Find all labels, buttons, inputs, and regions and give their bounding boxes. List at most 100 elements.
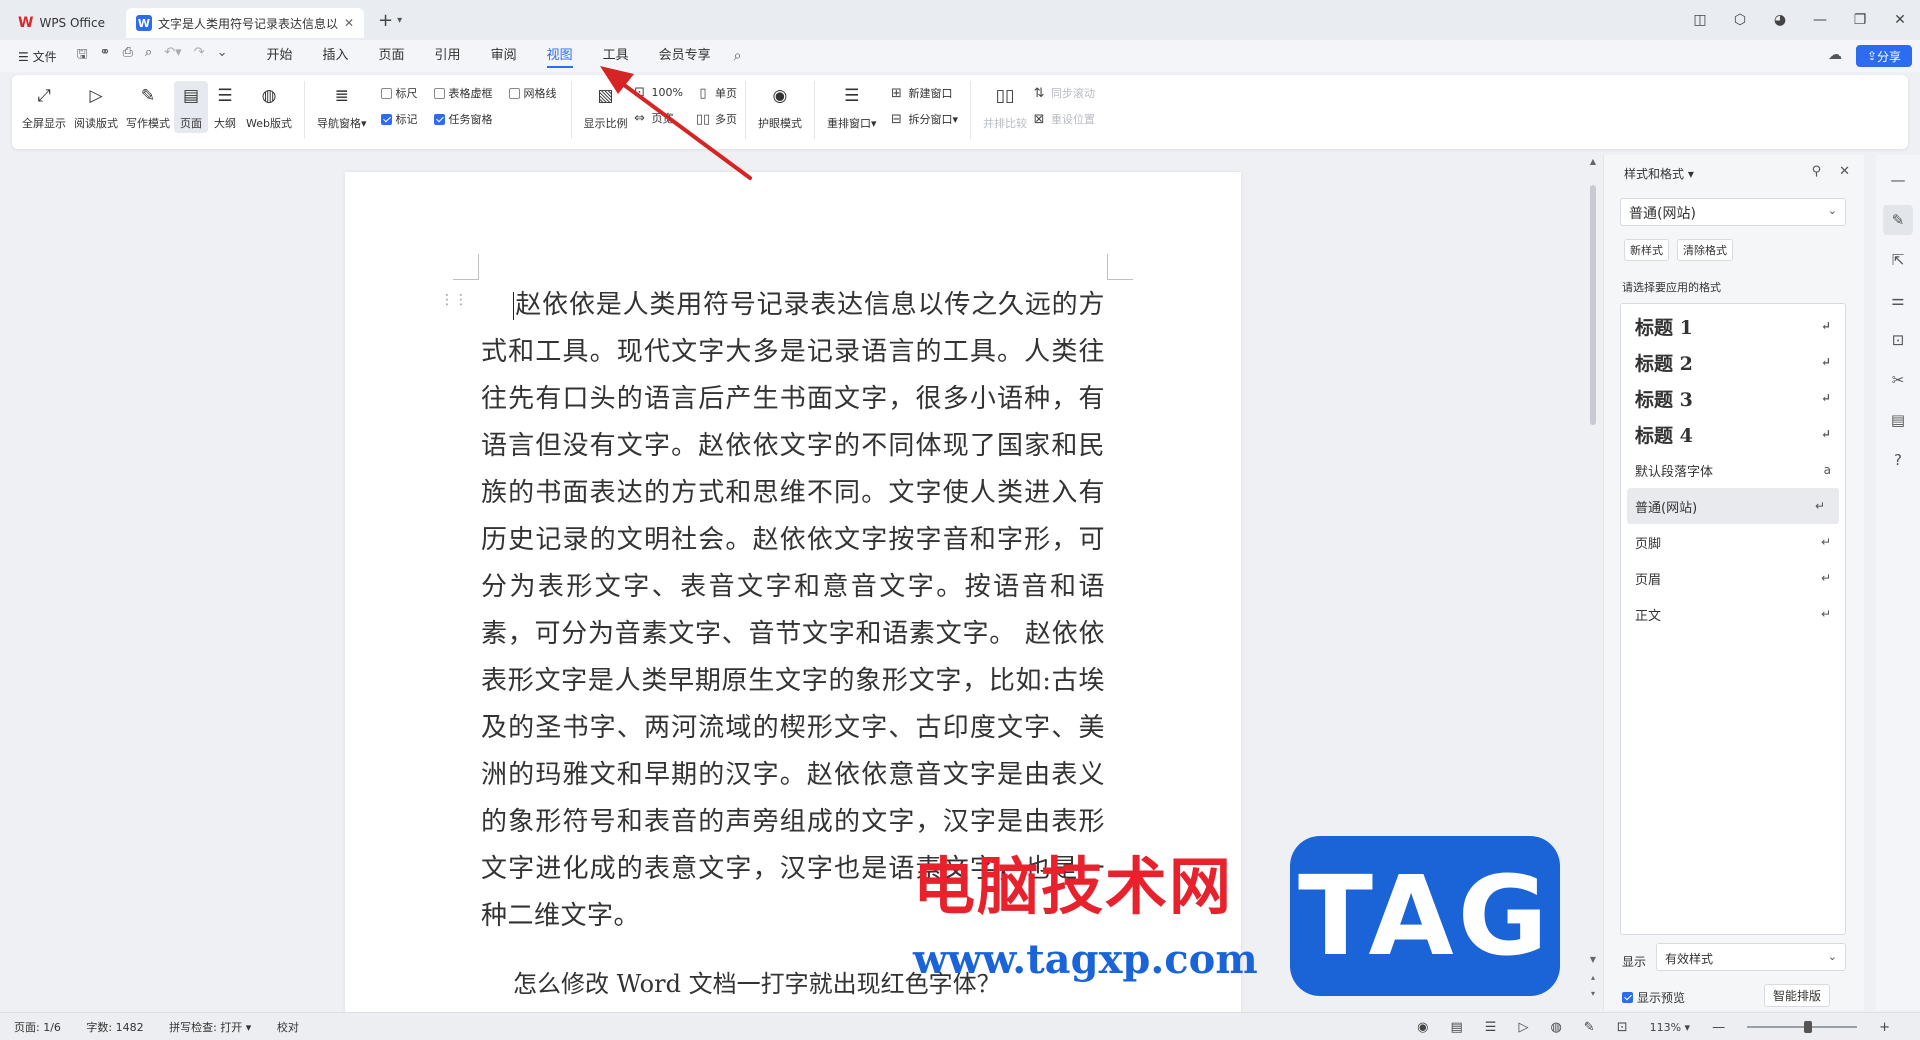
tab-list-chevron-icon[interactable]: ▾: [397, 15, 402, 26]
zoom-slider-knob[interactable]: [1804, 1021, 1813, 1033]
preview-checkbox[interactable]: 显示预览: [1622, 989, 1685, 1006]
menu-insert[interactable]: 插入: [308, 40, 364, 72]
table-gridlines-checkbox[interactable]: 表格虚框: [433, 85, 493, 101]
print-preview-icon[interactable]: ⌕: [145, 45, 152, 67]
undo-icon[interactable]: ↶▾: [164, 45, 181, 67]
link-icon[interactable]: ⚭: [100, 45, 111, 67]
new-window-button[interactable]: ⊞ 新建窗口: [889, 85, 959, 101]
close-panel-icon[interactable]: ✕: [1839, 164, 1850, 179]
style-item-body[interactable]: 正文 ↵: [1621, 596, 1845, 632]
eye-icon[interactable]: ◉: [1417, 1020, 1428, 1035]
style-item-default-font[interactable]: 默认段落字体 a: [1621, 452, 1845, 488]
side-by-side-label: 并排比较: [983, 117, 1028, 130]
select-pointer-icon[interactable]: ⇱: [1883, 245, 1913, 275]
avatar[interactable]: ◕: [1760, 12, 1800, 28]
zoom-out-icon[interactable]: —: [1712, 1020, 1725, 1035]
book-icon[interactable]: ▤: [1883, 405, 1913, 435]
style-item-normal-web[interactable]: 普通(网站) ↵: [1627, 488, 1839, 524]
read-layout-button[interactable]: ▷ 阅读版式: [70, 81, 122, 133]
window-controls: ◫ ⬡ ◕ — ❐ ✕: [1680, 0, 1920, 40]
write-mode-button[interactable]: ✎ 写作模式: [122, 81, 174, 133]
style-item-footer[interactable]: 页脚 ↵: [1621, 524, 1845, 560]
print-icon[interactable]: ⎙: [123, 45, 133, 67]
nav-pane-button[interactable]: ≣ 导航窗格▾: [313, 81, 371, 133]
gridlines-checkbox[interactable]: 网格线: [508, 85, 557, 101]
current-style-dropdown[interactable]: 普通(网站) ⌄: [1620, 198, 1846, 226]
rearrange-window-button[interactable]: ☰ 重排窗口▾: [823, 81, 881, 133]
outline-view-icon[interactable]: ☰: [1485, 1020, 1497, 1035]
adjust-sliders-icon[interactable]: ⚌: [1883, 285, 1913, 315]
page-count[interactable]: 页面: 1/6: [14, 1021, 61, 1034]
more-chevron-icon[interactable]: ⌄: [217, 45, 228, 67]
restore-icon[interactable]: ❐: [1840, 12, 1880, 28]
share-button[interactable]: ⇪ 分享: [1856, 45, 1912, 67]
vertical-scrollbar[interactable]: ▲ ▼ ▴ ▾: [1586, 155, 1600, 1010]
menu-view[interactable]: 视图: [532, 40, 588, 72]
proofread[interactable]: 校对: [277, 1021, 299, 1034]
tools-icon[interactable]: ✂: [1883, 365, 1913, 395]
menu-review[interactable]: 审阅: [476, 40, 532, 72]
new-style-button[interactable]: 新样式: [1624, 239, 1669, 261]
tab-document[interactable]: W 文字是人类用符号记录表达信息以 ✕: [126, 8, 364, 38]
page-view-button[interactable]: ▤ 页面: [174, 81, 208, 133]
style-item-header[interactable]: 页眉 ↵: [1621, 560, 1845, 596]
spell-check[interactable]: 拼写检查: 打开 ▾: [169, 1021, 251, 1034]
smart-layout-button[interactable]: 智能排版: [1764, 984, 1831, 1007]
next-page-icon[interactable]: ▾: [1586, 989, 1600, 998]
redo-icon[interactable]: ↷: [194, 45, 205, 67]
fit-icon[interactable]: ⊡: [1617, 1020, 1628, 1035]
scroll-up-icon[interactable]: ▲: [1586, 157, 1600, 166]
web-view-icon[interactable]: ◍: [1550, 1020, 1561, 1035]
save-icon[interactable]: 🖫: [77, 45, 88, 67]
edit-image-icon[interactable]: ⊡: [1883, 325, 1913, 355]
task-pane-checkbox[interactable]: 任务窗格: [433, 111, 493, 127]
help-icon[interactable]: ?: [1883, 445, 1913, 475]
cloud-sync-icon[interactable]: ☁: [1828, 47, 1842, 63]
show-filter-dropdown[interactable]: 有效样式 ⌄: [1656, 943, 1846, 971]
web-layout-button[interactable]: ◍ Web版式: [242, 81, 296, 133]
zoom-level[interactable]: 113% ▾: [1650, 1021, 1690, 1034]
close-window-icon[interactable]: ✕: [1880, 12, 1920, 28]
reset-position-button[interactable]: ⊠ 重设位置: [1031, 111, 1095, 127]
panel-title[interactable]: 样式和格式 ▾: [1624, 165, 1694, 182]
scroll-down-icon[interactable]: ▼: [1586, 955, 1600, 964]
marks-checkbox[interactable]: 标记: [380, 111, 418, 127]
play-icon[interactable]: ▷: [1518, 1020, 1528, 1035]
style-item-label: 标题 1: [1635, 316, 1693, 339]
menu-home[interactable]: 开始: [252, 40, 308, 72]
cube-icon[interactable]: ⬡: [1720, 12, 1760, 28]
style-item-heading1[interactable]: 标题 1 ↵: [1621, 308, 1845, 344]
prev-page-icon[interactable]: ▴: [1586, 973, 1600, 982]
menu-page[interactable]: 页面: [364, 40, 420, 72]
minimize-icon[interactable]: —: [1800, 12, 1840, 28]
clear-format-button[interactable]: 清除格式: [1677, 239, 1733, 261]
zoom-in-icon[interactable]: +: [1879, 1020, 1890, 1035]
word-count[interactable]: 字数: 1482: [86, 1021, 143, 1034]
menu-references[interactable]: 引用: [420, 40, 476, 72]
layout-icon[interactable]: ◫: [1680, 12, 1720, 28]
tab-wps-home[interactable]: W WPS Office: [8, 8, 120, 38]
styles-pen-icon[interactable]: ✎: [1883, 205, 1913, 235]
eye-protect-button[interactable]: ◉ 护眼模式: [754, 81, 806, 133]
ribbon-divider: [303, 81, 305, 139]
scroll-thumb[interactable]: [1590, 185, 1596, 425]
style-item-label: 正文: [1635, 608, 1662, 624]
ruler-checkbox[interactable]: 标尺: [380, 85, 418, 101]
drag-handle-icon[interactable]: ⋮⋮: [440, 292, 468, 308]
pen-icon[interactable]: ✎: [1584, 1020, 1595, 1035]
new-tab-icon[interactable]: +: [378, 10, 393, 31]
outline-button[interactable]: ☰ 大纲: [208, 81, 242, 133]
collapse-icon[interactable]: —: [1883, 165, 1913, 195]
sync-scroll-button[interactable]: ⇅ 同步滚动: [1031, 85, 1095, 101]
zoom-slider[interactable]: [1747, 1021, 1858, 1033]
fullscreen-button[interactable]: ⤢ 全屏显示: [18, 81, 70, 133]
split-window-button[interactable]: ⊟ 拆分窗口▾: [889, 111, 958, 127]
pin-icon[interactable]: ⚲: [1812, 164, 1822, 179]
style-item-heading2[interactable]: 标题 2 ↵: [1621, 344, 1845, 380]
file-menu[interactable]: ☰ 文件: [18, 48, 57, 65]
close-tab-icon[interactable]: ✕: [344, 16, 354, 30]
style-item-heading3[interactable]: 标题 3 ↵: [1621, 380, 1845, 416]
side-by-side-button[interactable]: ▯▯ 并排比较: [979, 81, 1031, 133]
page-view-icon[interactable]: ▤: [1451, 1020, 1463, 1035]
style-item-heading4[interactable]: 标题 4 ↵: [1621, 416, 1845, 452]
